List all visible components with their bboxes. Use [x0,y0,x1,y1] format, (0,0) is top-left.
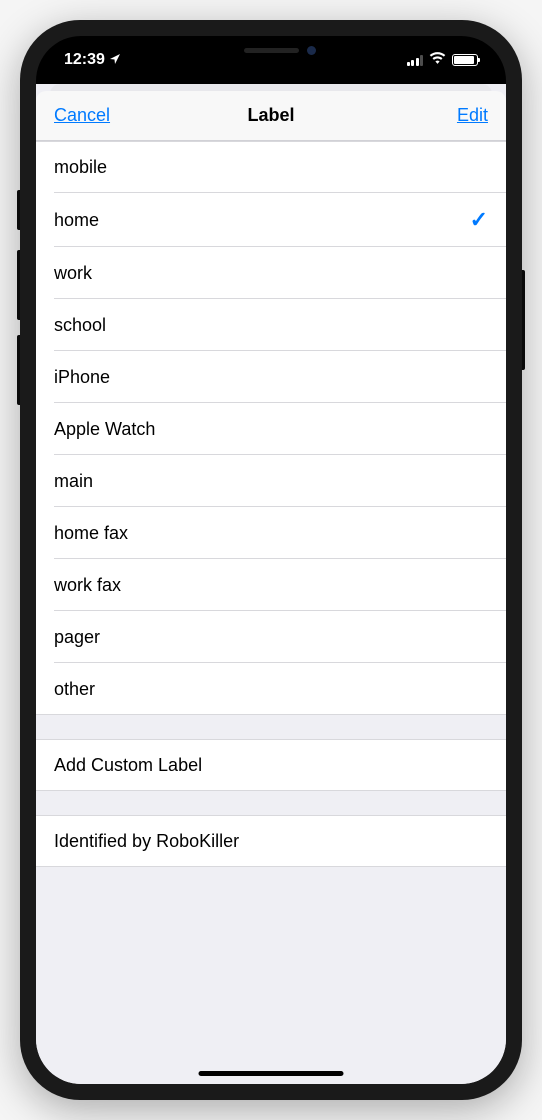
nav-bar: Cancel Label Edit [36,91,506,141]
status-right [407,51,479,69]
home-indicator[interactable] [199,1071,344,1076]
label-text: work fax [54,575,121,596]
battery-icon [452,54,478,66]
label-item[interactable]: school [36,299,506,351]
label-item[interactable]: iPhone [36,351,506,403]
label-text: Apple Watch [54,419,155,440]
add-custom-label-button[interactable]: Add Custom Label [36,739,506,791]
status-left: 12:39 [64,51,121,69]
notch [171,36,371,64]
phone-screen: 12:39 [36,36,506,1084]
side-button [17,190,20,230]
custom-label-item[interactable]: Identified by RoboKiller [36,815,506,867]
speaker [244,48,299,53]
label-text: work [54,263,92,284]
app-content: Cancel Label Edit mobile home ✓ work school i… [36,84,506,1084]
volume-down-button [17,335,20,405]
label-text: other [54,679,95,700]
label-item[interactable]: work fax [36,559,506,611]
label-item[interactable]: pager [36,611,506,663]
phone-frame: 12:39 [20,20,522,1100]
labels-group: mobile home ✓ work school iPhone Apple Watch ma… [36,141,506,715]
label-text: main [54,471,93,492]
add-custom-group: Add Custom Label [36,739,506,791]
label-item[interactable]: mobile [36,141,506,193]
front-camera [307,46,316,55]
status-time: 12:39 [64,51,105,69]
power-button [522,270,525,370]
signal-icon [407,55,424,66]
add-custom-label-text: Add Custom Label [54,755,202,776]
custom-label-text: Identified by RoboKiller [54,831,239,852]
label-item[interactable]: home fax [36,507,506,559]
label-item[interactable]: Apple Watch [36,403,506,455]
label-item[interactable]: work [36,247,506,299]
modal-sheet: Cancel Label Edit mobile home ✓ work school i… [36,91,506,1084]
label-text: school [54,315,106,336]
label-text: home fax [54,523,128,544]
edit-button[interactable]: Edit [428,105,488,126]
label-text: mobile [54,157,107,178]
checkmark-icon: ✓ [470,207,488,233]
label-item[interactable]: home ✓ [36,193,506,247]
label-item[interactable]: other [36,663,506,715]
label-item[interactable]: main [36,455,506,507]
label-text: pager [54,627,100,648]
cancel-button[interactable]: Cancel [54,105,114,126]
wifi-icon [429,51,446,69]
label-text: iPhone [54,367,110,388]
volume-up-button [17,250,20,320]
list-container: mobile home ✓ work school iPhone Apple Watch ma… [36,141,506,1084]
custom-labels-group: Identified by RoboKiller [36,815,506,867]
label-text: home [54,210,99,231]
location-icon [109,53,121,68]
nav-title: Label [247,105,294,126]
